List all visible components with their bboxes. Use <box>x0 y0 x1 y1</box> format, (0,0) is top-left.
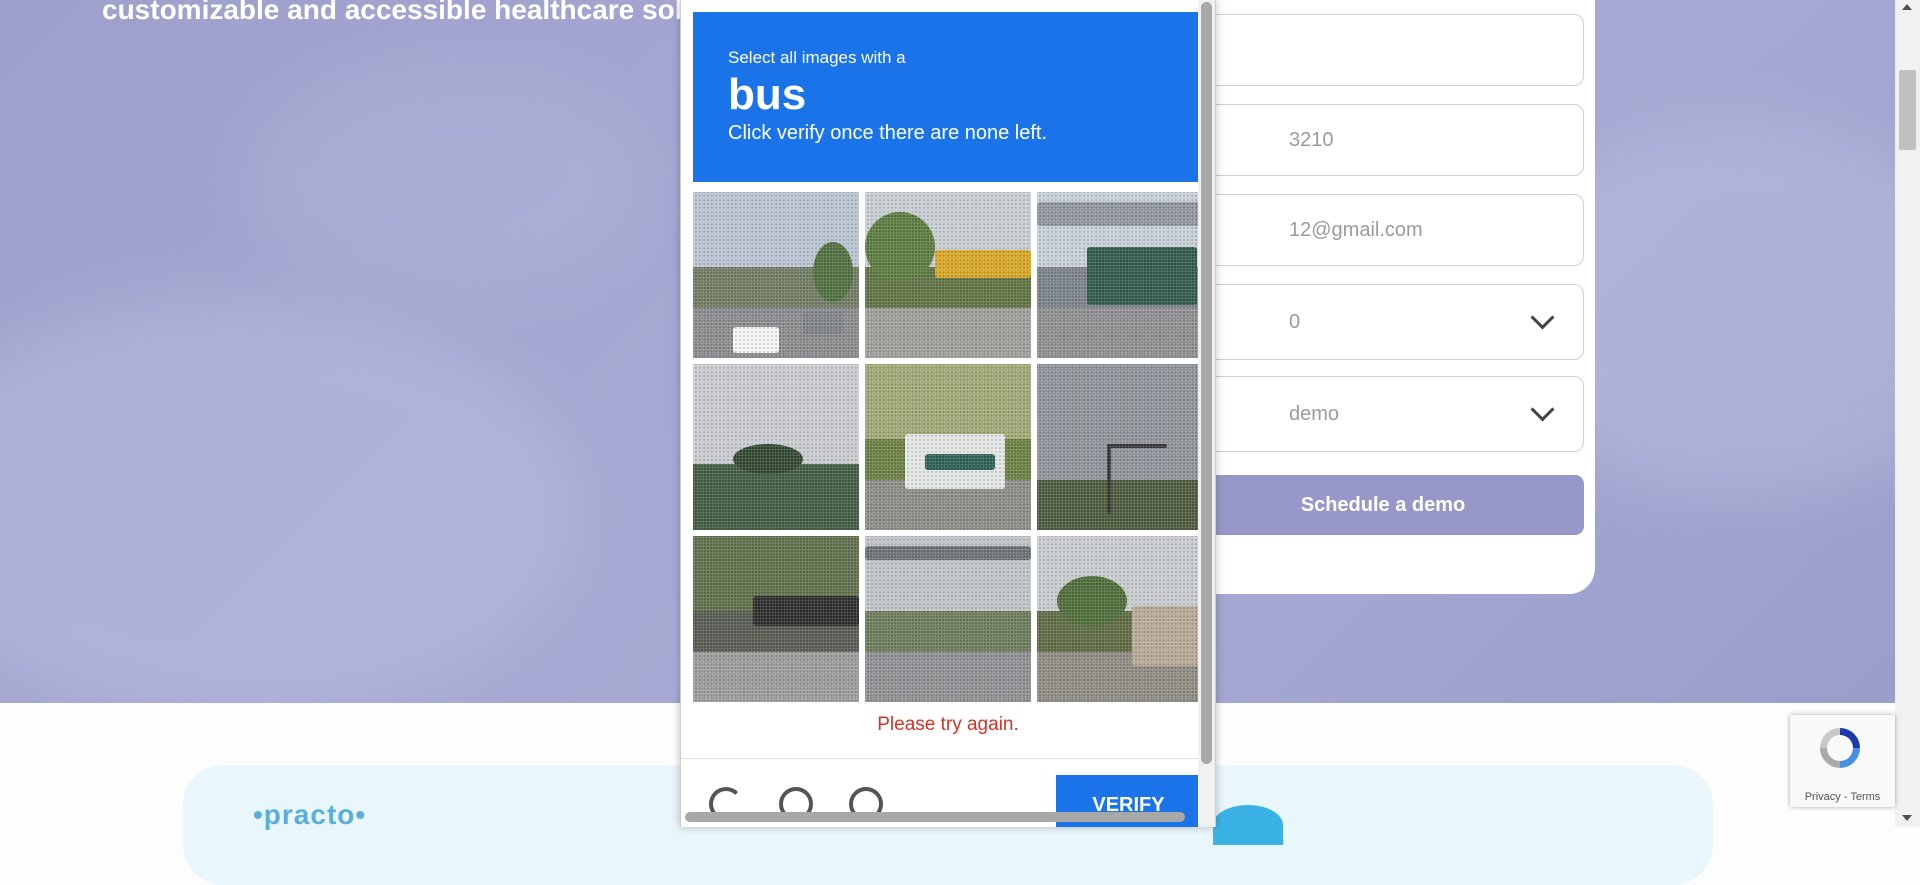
page-scrollbar[interactable] <box>1895 0 1920 827</box>
challenge-header: Select all images with a bus Click verif… <box>693 12 1205 182</box>
image-tile[interactable] <box>1037 364 1203 530</box>
popup-horizontal-scrollbar[interactable] <box>681 810 1198 824</box>
select-field-2[interactable]: demo <box>1200 376 1584 452</box>
email-field-value: 12@gmail.com <box>1289 218 1423 241</box>
image-tile[interactable] <box>1037 192 1203 358</box>
partner-logo <box>1213 805 1283 845</box>
recaptcha-logo-icon <box>1820 728 1860 768</box>
error-message: Please try again. <box>877 714 1019 735</box>
chevron-down-icon <box>1530 397 1555 422</box>
image-tile[interactable] <box>693 364 859 530</box>
select-field-1[interactable]: 0 <box>1200 284 1584 360</box>
phone-field-value: 3210 <box>1289 128 1334 151</box>
background-shape <box>250 60 650 300</box>
recaptcha-challenge-popup: Select all images with a bus Click verif… <box>680 0 1216 827</box>
schedule-demo-button[interactable]: Schedule a demo <box>1200 475 1584 535</box>
scroll-up-arrow-icon[interactable] <box>1902 4 1912 10</box>
challenge-target: bus <box>728 70 807 119</box>
select-field-2-value: demo <box>1289 402 1340 425</box>
recaptcha-privacy-terms[interactable]: Privacy - Terms <box>1790 791 1895 803</box>
select-field-1-value: 0 <box>1289 310 1301 333</box>
image-tile[interactable] <box>693 536 859 702</box>
image-grid <box>693 192 1205 702</box>
chevron-down-icon <box>1530 305 1555 330</box>
email-field[interactable]: 12@gmail.com <box>1200 194 1584 266</box>
image-tile[interactable] <box>865 192 1031 358</box>
image-tile[interactable] <box>865 536 1031 702</box>
background-shape <box>0 300 580 703</box>
name-field[interactable] <box>1200 14 1584 86</box>
phone-field[interactable]: 3210 <box>1200 104 1584 176</box>
popup-vertical-scrollbar[interactable] <box>1198 0 1215 827</box>
challenge-instruction: Select all images with a <box>728 48 906 67</box>
scrollbar-thumb[interactable] <box>1899 70 1916 150</box>
schedule-demo-label: Schedule a demo <box>1300 493 1466 516</box>
scrollbar-thumb[interactable] <box>685 812 1185 822</box>
hero-headline: customizable and accessible healthcare s… <box>102 0 700 25</box>
practo-logo: •practo• <box>253 799 367 830</box>
challenge-subtext: Click verify once there are none left. <box>728 122 1048 144</box>
recaptcha-badge[interactable]: Privacy - Terms <box>1790 715 1895 807</box>
scrollbar-thumb[interactable] <box>1201 2 1212 764</box>
image-tile[interactable] <box>693 192 859 358</box>
image-tile[interactable] <box>1037 536 1203 702</box>
scroll-down-arrow-icon[interactable] <box>1902 815 1912 821</box>
image-tile[interactable] <box>865 364 1031 530</box>
